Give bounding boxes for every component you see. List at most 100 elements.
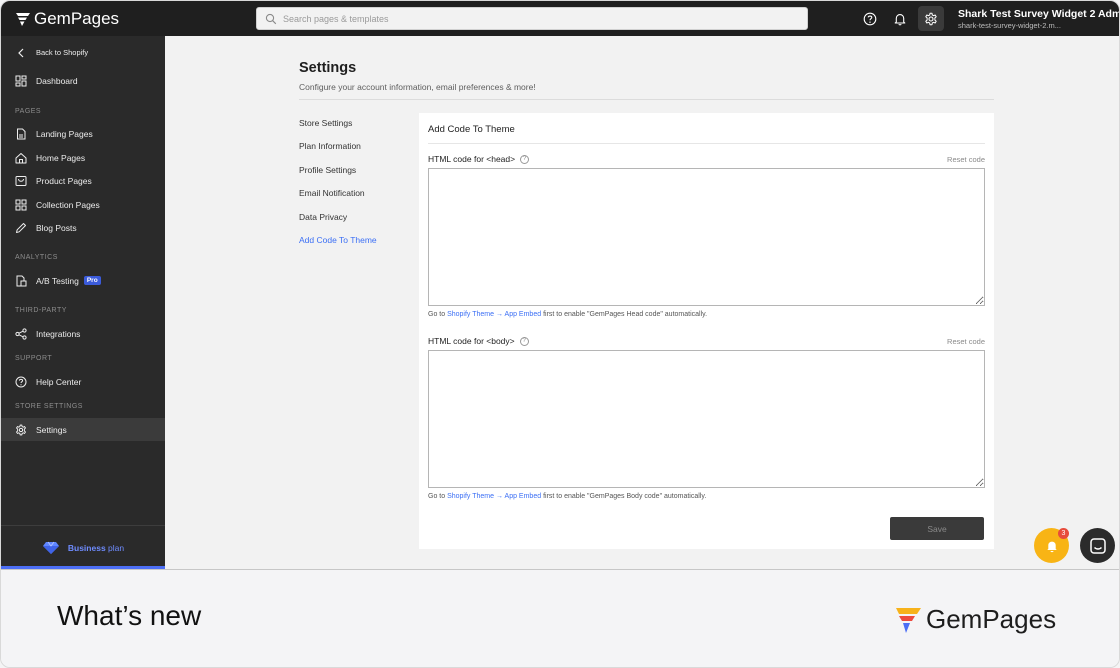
sidebar-item-label: Home Pages bbox=[36, 152, 86, 163]
settings-nav-profile-settings[interactable]: Profile Settings bbox=[299, 165, 356, 175]
sidebar-item-label: Settings bbox=[36, 424, 67, 435]
search-icon bbox=[265, 13, 277, 24]
shopify-theme-app-embed-link[interactable]: Shopify Theme → App Embed bbox=[447, 493, 541, 500]
gempages-logo-icon bbox=[896, 607, 921, 633]
info-icon[interactable]: ? bbox=[520, 154, 530, 164]
account-name: Shark Test Survey Widget 2 Admin bbox=[958, 8, 1120, 20]
chat-button[interactable] bbox=[1080, 528, 1115, 563]
section-third-party: THIRD-PARTY bbox=[15, 307, 67, 314]
shopify-theme-app-embed-link[interactable]: Shopify Theme → App Embed bbox=[447, 311, 541, 318]
ab-test-icon bbox=[15, 275, 27, 287]
notifications-button[interactable] bbox=[887, 6, 913, 31]
grid-icon bbox=[15, 199, 27, 211]
whats-new-footer: What’s new GemPages bbox=[1, 569, 1119, 667]
info-icon[interactable]: ? bbox=[519, 336, 529, 346]
help-button[interactable] bbox=[857, 6, 883, 31]
body-reset-code-link[interactable]: Reset code bbox=[947, 337, 985, 346]
head-code-label-text: HTML code for <head> bbox=[428, 154, 516, 164]
sidebar-item-integrations[interactable]: Integrations bbox=[1, 322, 165, 345]
bell-icon bbox=[1046, 541, 1057, 552]
sidebar-item-settings[interactable]: Settings bbox=[1, 418, 165, 441]
app-logo[interactable]: GemPages bbox=[15, 9, 119, 29]
notification-count-badge: 3 bbox=[1058, 528, 1069, 539]
body-code-label: HTML code for <body> ? bbox=[428, 336, 529, 346]
card-title: Add Code To Theme bbox=[428, 124, 515, 135]
whats-new-heading: What’s new bbox=[57, 600, 202, 631]
gempages-logo-icon bbox=[16, 13, 30, 26]
sidebar-item-blog-posts[interactable]: Blog Posts bbox=[1, 216, 165, 239]
sidebar-item-label: Dashboard bbox=[36, 75, 78, 86]
page-title: Settings bbox=[299, 60, 357, 76]
sidebar-item-label: Blog Posts bbox=[36, 222, 77, 233]
section-support: SUPPORT bbox=[15, 355, 53, 362]
hint-prefix: Go to bbox=[428, 493, 446, 500]
sidebar-item-dashboard[interactable]: Dashboard bbox=[1, 69, 165, 92]
plan-indicator[interactable]: Business plan bbox=[1, 526, 165, 569]
sidebar-item-collection-pages[interactable]: Collection Pages bbox=[1, 193, 165, 216]
head-code-hint: Go to Shopify Theme → App Embed first to… bbox=[428, 311, 707, 318]
sidebar-item-home-pages[interactable]: Home Pages bbox=[1, 146, 165, 169]
settings-nav-add-code-to-theme[interactable]: Add Code To Theme bbox=[299, 235, 377, 245]
hint-suffix: first to enable "GemPages Head code" aut… bbox=[543, 311, 708, 318]
product-icon bbox=[15, 175, 27, 187]
settings-button[interactable] bbox=[918, 6, 944, 31]
footer-logo-text: GemPages bbox=[926, 604, 1057, 634]
sidebar-item-label: Help Center bbox=[36, 376, 82, 387]
title-divider bbox=[299, 99, 994, 100]
sidebar-item-label: Product Pages bbox=[36, 175, 92, 186]
head-code-label: HTML code for <head> ? bbox=[428, 154, 530, 164]
search-input[interactable] bbox=[283, 13, 803, 24]
chevron-left-icon bbox=[15, 47, 27, 59]
sidebar-item-product-pages[interactable]: Product Pages bbox=[1, 169, 165, 192]
chat-icon bbox=[1089, 537, 1106, 554]
sidebar-item-label: Integrations bbox=[36, 328, 81, 339]
footer-logo: GemPages bbox=[894, 604, 1056, 635]
hint-suffix: first to enable "GemPages Body code" aut… bbox=[543, 493, 707, 500]
back-to-shopify-link[interactable]: Back to Shopify bbox=[1, 41, 165, 64]
dashboard-icon bbox=[15, 75, 27, 87]
gear-icon bbox=[15, 424, 27, 436]
settings-nav-store-settings[interactable]: Store Settings bbox=[299, 118, 352, 128]
sidebar-item-label: Landing Pages bbox=[36, 128, 93, 139]
page-subtitle: Configure your account information, emai… bbox=[299, 82, 536, 92]
share-icon bbox=[15, 327, 27, 340]
bell-icon bbox=[894, 13, 906, 25]
section-analytics: ANALYTICS bbox=[15, 254, 58, 261]
plan-suffix: plan bbox=[108, 542, 125, 553]
top-bar: GemPages Search pages & templates Shark … bbox=[1, 1, 1120, 36]
settings-nav-plan-information[interactable]: Plan Information bbox=[299, 141, 361, 151]
add-code-card: Add Code To Theme HTML code for <head> ?… bbox=[419, 113, 994, 549]
body-code-hint: Go to Shopify Theme → App Embed first to… bbox=[428, 493, 706, 500]
body-code-label-text: HTML code for <body> bbox=[428, 336, 515, 346]
head-code-textarea[interactable] bbox=[428, 168, 985, 306]
pencil-icon bbox=[15, 222, 27, 234]
card-divider bbox=[428, 143, 985, 144]
pro-badge: Pro bbox=[83, 276, 101, 285]
section-store-settings: STORE SETTINGS bbox=[15, 403, 83, 410]
settings-nav-email-notification[interactable]: Email Notification bbox=[299, 188, 365, 198]
help-icon bbox=[15, 376, 27, 388]
sidebar-item-label: Collection Pages bbox=[36, 199, 100, 210]
sidebar-item-landing-pages[interactable]: Landing Pages bbox=[1, 122, 165, 145]
sidebar-item-help-center[interactable]: Help Center bbox=[1, 370, 165, 393]
gear-icon bbox=[925, 12, 937, 25]
account-domain: shark-test-survey-widget-2.m... bbox=[958, 21, 1061, 30]
search-bar[interactable] bbox=[256, 7, 808, 30]
sidebar-item-ab-testing[interactable]: A/B Testing Pro bbox=[1, 269, 165, 292]
plan-name: Business bbox=[67, 542, 106, 553]
section-pages: PAGES bbox=[15, 108, 42, 115]
hint-prefix: Go to bbox=[428, 311, 446, 318]
help-icon bbox=[863, 12, 877, 25]
save-button[interactable]: Save bbox=[890, 517, 984, 540]
back-label: Back to Shopify bbox=[36, 48, 89, 57]
home-icon bbox=[15, 152, 27, 164]
account-menu[interactable]: Shark Test Survey Widget 2 Admin shark-t… bbox=[958, 8, 1120, 30]
head-reset-code-link[interactable]: Reset code bbox=[947, 155, 985, 164]
settings-nav-data-privacy[interactable]: Data Privacy bbox=[299, 212, 347, 222]
main-content: Settings Configure your account informat… bbox=[165, 36, 1119, 569]
app-window: GemPages Search pages & templates Shark … bbox=[0, 0, 1120, 668]
sidebar: Back to Shopify Dashboard PAGES Landing … bbox=[1, 36, 165, 569]
file-icon bbox=[15, 128, 27, 140]
diamond-icon bbox=[42, 541, 59, 554]
body-code-textarea[interactable] bbox=[428, 350, 985, 488]
